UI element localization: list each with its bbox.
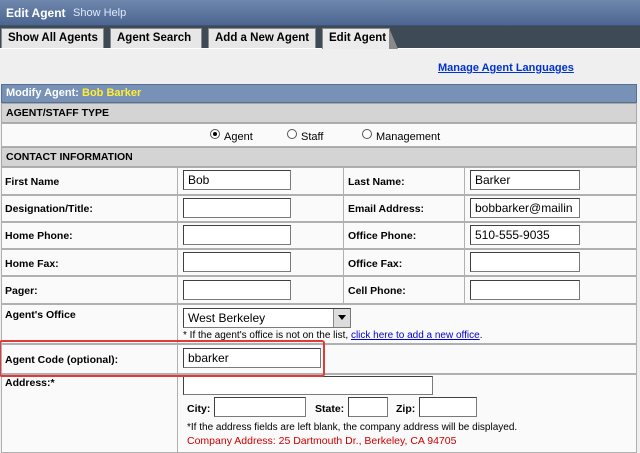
- designation-field[interactable]: [183, 198, 291, 218]
- office-select[interactable]: West Berkeley: [183, 308, 351, 328]
- office-note-suffix: .: [479, 330, 483, 341]
- agent-code-highlight: [0, 340, 325, 377]
- home-phone-label: Home Phone:: [5, 230, 73, 242]
- company-address: Company Address: 25 Dartmouth Dr., Berke…: [187, 435, 457, 447]
- email-label: Email Address:: [348, 203, 425, 215]
- radio-agent[interactable]: [210, 129, 220, 139]
- chevron-down-icon[interactable]: [333, 309, 350, 327]
- modify-agent-label: Modify Agent:: [6, 87, 79, 99]
- address-street-field[interactable]: [183, 376, 433, 395]
- radio-management[interactable]: [362, 129, 372, 139]
- tab-add-new-agent[interactable]: Add a New Agent: [208, 28, 316, 48]
- tab-notch: [389, 28, 398, 49]
- radio-staff[interactable]: [287, 129, 297, 139]
- office-fax-label: Office Fax:: [348, 258, 403, 270]
- state-field[interactable]: [348, 397, 388, 417]
- tab-edit-agent[interactable]: Edit Agent: [322, 28, 398, 49]
- pager-label: Pager:: [5, 285, 38, 297]
- tab-label: Edit Agent: [329, 32, 387, 44]
- email-field[interactable]: bobbarker@mailin: [470, 198, 580, 218]
- address-note: *If the address fields are left blank, t…: [187, 422, 518, 433]
- manage-agent-languages-link[interactable]: Manage Agent Languages: [438, 62, 574, 74]
- zip-field[interactable]: [419, 397, 477, 417]
- address-label: Address:*: [5, 377, 55, 389]
- pager-field[interactable]: [183, 280, 291, 300]
- tab-show-all-agents[interactable]: Show All Agents: [1, 28, 104, 48]
- show-help-link[interactable]: Show Help: [73, 7, 126, 19]
- tab-label: Add a New Agent: [215, 32, 310, 44]
- modify-agent-header: Modify Agent: Bob Barker: [1, 84, 637, 103]
- agents-office-label: Agent's Office: [5, 309, 76, 321]
- cell-phone-label: Cell Phone:: [348, 285, 406, 297]
- tab-label: Show All Agents: [8, 32, 98, 44]
- first-name-label: First Name: [5, 176, 60, 188]
- state-label: State:: [315, 403, 345, 415]
- agent-type-header: AGENT/STAFF TYPE: [1, 103, 637, 123]
- home-phone-field[interactable]: [183, 225, 291, 245]
- radio-management-label: Management: [376, 131, 441, 143]
- contact-info-header: CONTACT INFORMATION: [1, 147, 637, 167]
- zip-label: Zip:: [396, 403, 416, 415]
- title-bar: Edit Agent Show Help: [0, 0, 640, 26]
- radio-agent-label: Agent: [224, 131, 253, 143]
- column-divider: [177, 167, 178, 453]
- cell-phone-field[interactable]: [470, 280, 580, 300]
- window-title: Edit Agent: [6, 6, 66, 20]
- office-phone-field[interactable]: 510-555-9035: [470, 225, 580, 245]
- add-new-office-link[interactable]: click here to add a new office: [351, 330, 480, 341]
- last-name-label: Last Name:: [348, 176, 405, 188]
- column-divider: [343, 167, 344, 304]
- tab-label: Agent Search: [117, 32, 192, 44]
- radio-staff-label: Staff: [301, 131, 324, 143]
- designation-label: Designation/Title:: [5, 203, 93, 215]
- city-field[interactable]: [214, 397, 306, 417]
- office-fax-field[interactable]: [470, 252, 580, 272]
- office-select-value: West Berkeley: [188, 311, 266, 325]
- column-divider: [464, 167, 465, 304]
- city-label: City:: [187, 403, 211, 415]
- last-name-field[interactable]: Barker: [470, 170, 580, 190]
- home-fax-label: Home Fax:: [5, 258, 59, 270]
- tab-agent-search[interactable]: Agent Search: [110, 28, 202, 48]
- office-phone-label: Office Phone:: [348, 230, 417, 242]
- home-fax-field[interactable]: [183, 252, 291, 272]
- agent-name: Bob Barker: [82, 87, 142, 99]
- first-name-field[interactable]: Bob: [183, 170, 291, 190]
